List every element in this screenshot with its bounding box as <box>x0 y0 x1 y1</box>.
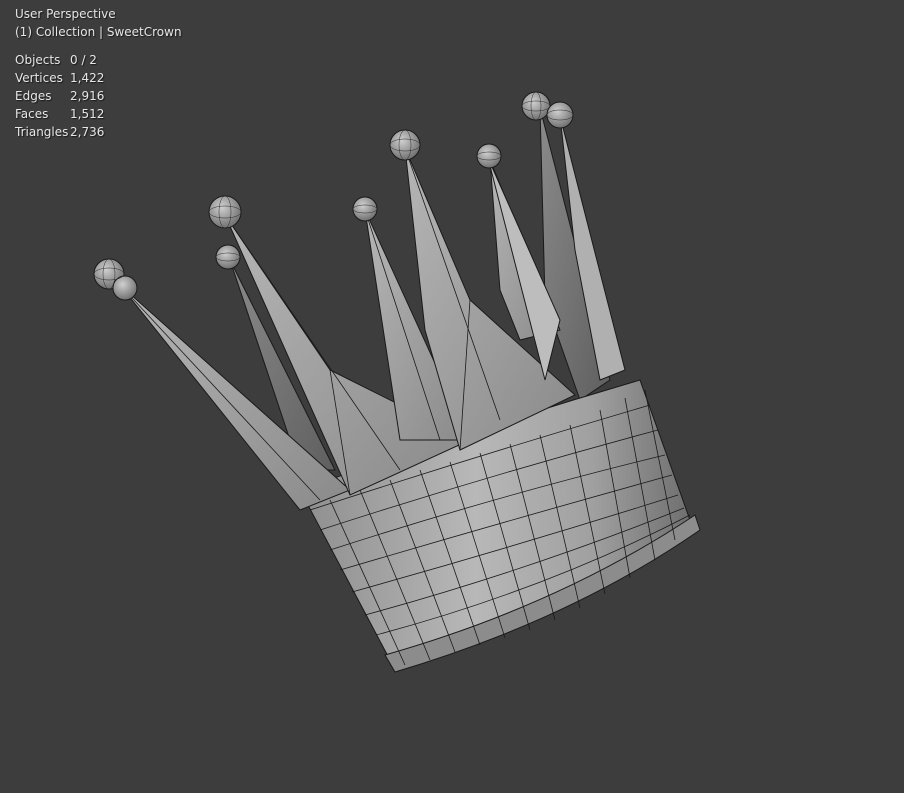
stat-label: Edges <box>15 89 52 103</box>
stat-label: Vertices <box>15 71 63 85</box>
stat-vertices: Vertices 1,422 <box>15 69 182 87</box>
stat-edges: Edges 2,916 <box>15 87 182 105</box>
ball-4 <box>352 196 378 222</box>
viewport-text-overlay: User Perspective (1) Collection | SweetC… <box>15 5 182 141</box>
stat-label: Objects <box>15 53 61 67</box>
3d-viewport[interactable]: User Perspective (1) Collection | SweetC… <box>0 0 904 793</box>
ball-3 <box>215 244 241 270</box>
ball-8 <box>546 101 574 129</box>
stat-value: 1,422 <box>70 71 105 85</box>
stat-label: Faces <box>15 107 49 121</box>
scene-statistics: Objects 0 / 2 Vertices 1,422 Edges 2,916… <box>15 51 182 141</box>
stat-value: 2,916 <box>70 89 105 103</box>
ball-5 <box>389 129 421 161</box>
stat-faces: Faces 1,512 <box>15 105 182 123</box>
ball-2 <box>208 195 242 229</box>
ball-7 <box>521 91 551 121</box>
collection-info: (1) Collection | SweetCrown <box>15 25 182 39</box>
stat-objects: Objects 0 / 2 <box>15 51 182 69</box>
ball-6 <box>476 143 502 169</box>
stat-value: 1,512 <box>70 107 105 121</box>
stat-label: Triangles <box>15 125 69 139</box>
stat-triangles: Triangles 2,736 <box>15 123 182 141</box>
view-name: User Perspective <box>15 7 116 21</box>
stat-value: 0 / 2 <box>70 53 97 67</box>
stat-value: 2,736 <box>70 125 105 139</box>
